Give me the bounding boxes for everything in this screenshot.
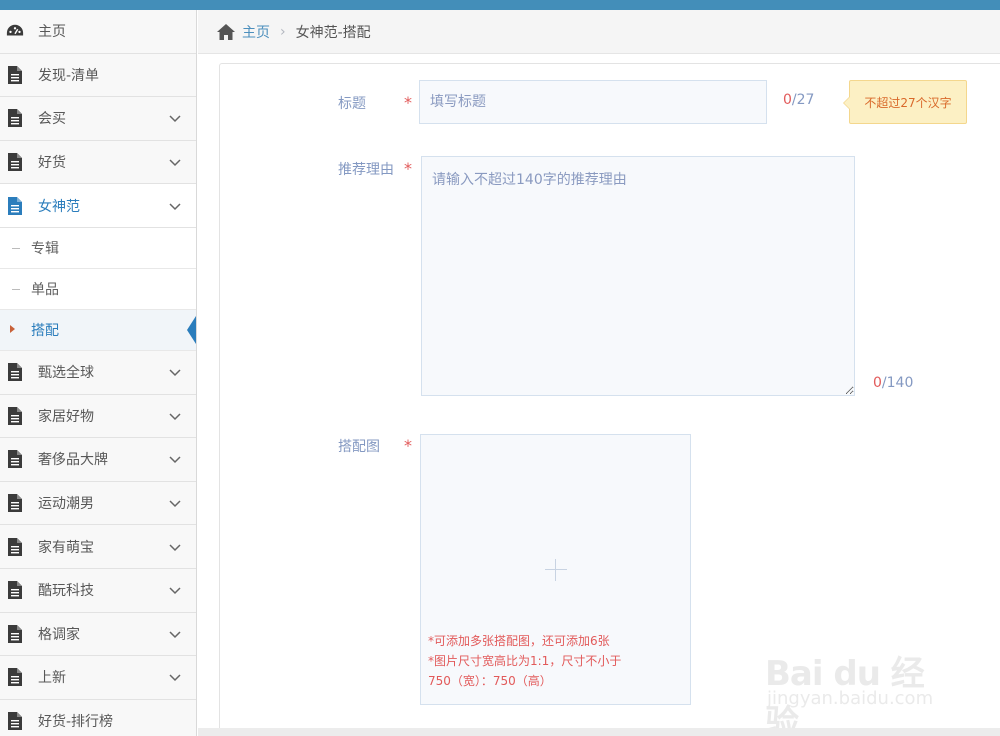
sidebar-item-12[interactable]: 上新 <box>0 656 196 700</box>
sidebar-subitem-0[interactable]: 专辑 <box>0 227 196 269</box>
sidebar-item-13[interactable]: 好货-排行榜 <box>0 699 196 736</box>
sidebar-item-5[interactable]: 甄选全球 <box>0 350 196 395</box>
top-navbar <box>0 0 1000 10</box>
title-max: /27 <box>791 92 815 108</box>
sidebar-item-11[interactable]: 格调家 <box>0 612 196 657</box>
sidebar-item-label: 女神范 <box>38 198 80 215</box>
sidebar-item-label: 格调家 <box>38 626 80 643</box>
sidebar-subitem-label: 专辑 <box>31 240 59 257</box>
file-icon <box>6 362 24 382</box>
sidebar-item-label: 会买 <box>38 111 66 128</box>
sidebar-item-0[interactable]: 主页 <box>0 10 196 54</box>
sidebar-item-3[interactable]: 好货 <box>0 140 196 185</box>
title-tip: 不超过27个汉字 <box>843 80 967 124</box>
sidebar-item-9[interactable]: 家有萌宝 <box>0 525 196 569</box>
reason-required-mark: * <box>404 159 412 178</box>
submenu-dash <box>12 247 20 249</box>
active-pointer-icon <box>187 315 196 344</box>
sidebar-subitem-2[interactable]: 搭配 <box>0 309 196 351</box>
dashboard-icon <box>6 21 24 41</box>
file-icon <box>6 65 24 85</box>
sidebar-item-8[interactable]: 运动潮男 <box>0 481 196 526</box>
file-icon <box>6 667 24 687</box>
chevron-down-icon <box>168 409 182 423</box>
sidebar-item-label: 好货 <box>38 155 66 172</box>
sidebar-subitem-1[interactable]: 单品 <box>0 268 196 310</box>
chevron-down-icon <box>168 496 182 510</box>
breadcrumb-current: 女神范-搭配 <box>295 24 371 41</box>
chevron-down-icon <box>168 155 182 169</box>
reason-max: /140 <box>881 375 914 391</box>
title-tip-text: 不超过27个汉字 <box>864 95 952 110</box>
upload-hint-ratio: *图片尺寸宽高比为1:1，尺寸不小于 <box>428 654 622 668</box>
file-icon <box>6 624 24 644</box>
chevron-down-icon <box>168 627 182 641</box>
sidebar-item-label: 主页 <box>38 24 66 41</box>
sidebar-item-2[interactable]: 会买 <box>0 97 196 141</box>
baidu-jingyan-watermark: Bai du 经验 jingyan.baidu.com <box>765 622 955 736</box>
title-input[interactable] <box>419 80 767 124</box>
sidebar-item-label: 甄选全球 <box>38 365 94 382</box>
sidebar-subitem-label: 搭配 <box>31 322 59 339</box>
image-upload-box[interactable]: *可添加多张搭配图，还可添加6张 *图片尺寸宽高比为1:1，尺寸不小于 750（… <box>420 434 691 705</box>
file-icon <box>6 580 24 600</box>
file-icon <box>6 152 24 172</box>
chevron-down-icon <box>168 111 182 125</box>
sidebar-item-7[interactable]: 奢侈品大牌 <box>0 438 196 482</box>
sidebar-item-label: 运动潮男 <box>38 496 94 513</box>
chevron-down-icon <box>168 583 182 597</box>
submenu-dash <box>12 288 20 290</box>
upload-hint-size: 750（宽）：750（高） <box>428 674 552 688</box>
sidebar-item-label: 上新 <box>38 670 66 687</box>
title-label: 标题 <box>338 96 366 112</box>
chevron-down-icon <box>168 670 182 684</box>
image-label: 搭配图 <box>338 439 380 455</box>
sidebar-item-label: 奢侈品大牌 <box>38 452 108 469</box>
breadcrumb-separator: › <box>280 23 286 40</box>
file-icon <box>6 108 24 128</box>
upload-hint-count: *可添加多张搭配图，还可添加6张 <box>428 634 610 648</box>
title-required-mark: * <box>404 93 412 112</box>
sidebar-item-4[interactable]: 女神范 <box>0 184 196 228</box>
chevron-down-icon <box>168 365 182 379</box>
breadcrumb: 主页 › 女神范-搭配 <box>198 10 1000 54</box>
add-icon <box>545 559 567 581</box>
file-icon <box>6 493 24 513</box>
reason-label: 推荐理由 <box>338 162 394 178</box>
sidebar: 主页发现-清单会买好货女神范专辑单品搭配甄选全球家居好物奢侈品大牌运动潮男家有萌… <box>0 10 197 736</box>
sidebar-item-label: 家有萌宝 <box>38 539 94 556</box>
home-icon[interactable] <box>216 23 236 41</box>
sidebar-item-1[interactable]: 发现-清单 <box>0 53 196 98</box>
bottom-scroll-area <box>198 728 1000 736</box>
chevron-down-icon <box>168 452 182 466</box>
sidebar-item-label: 发现-清单 <box>38 67 100 84</box>
file-icon <box>6 537 24 557</box>
reason-textarea[interactable] <box>421 156 855 396</box>
title-count: 0 <box>783 92 792 108</box>
file-icon <box>6 196 24 216</box>
caret-right-icon <box>10 324 15 333</box>
title-char-counter: 0/27 <box>783 92 814 108</box>
chevron-down-icon <box>168 540 182 554</box>
sidebar-item-label: 好货-排行榜 <box>38 714 114 731</box>
reason-char-counter: 0/140 <box>873 375 913 391</box>
sidebar-item-label: 酷玩科技 <box>38 583 94 600</box>
image-required-mark: * <box>404 436 412 455</box>
breadcrumb-home-link[interactable]: 主页 <box>242 22 270 42</box>
file-icon <box>6 711 24 731</box>
sidebar-item-label: 家居好物 <box>38 408 94 425</box>
reason-count: 0 <box>873 375 882 391</box>
chevron-down-icon <box>168 199 182 213</box>
file-icon <box>6 449 24 469</box>
watermark-url: jingyan.baidu.com <box>767 688 934 709</box>
sidebar-item-10[interactable]: 酷玩科技 <box>0 568 196 613</box>
sidebar-subitem-label: 单品 <box>31 281 59 298</box>
sidebar-item-6[interactable]: 家居好物 <box>0 394 196 439</box>
file-icon <box>6 406 24 426</box>
